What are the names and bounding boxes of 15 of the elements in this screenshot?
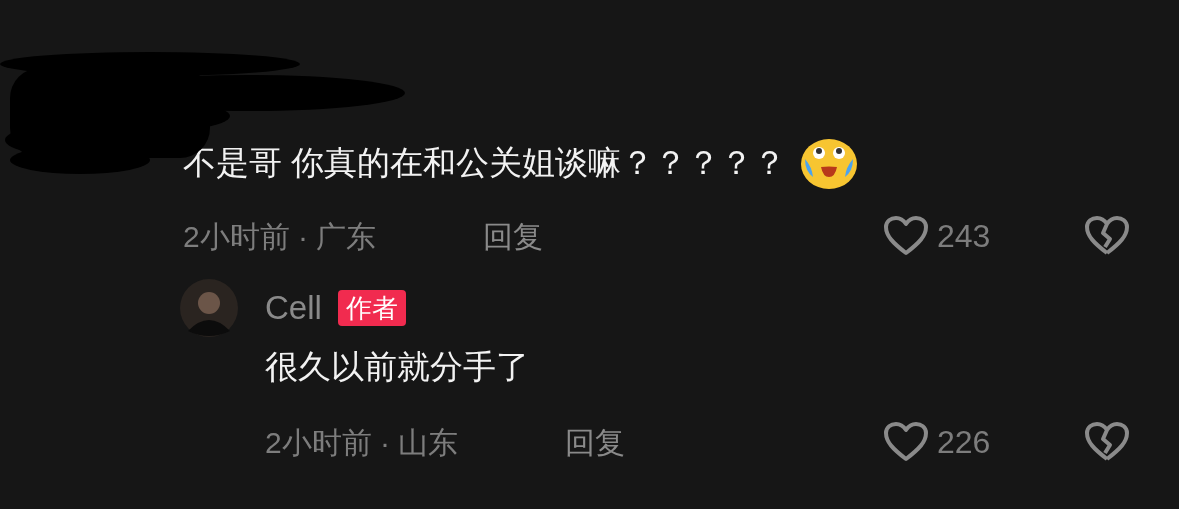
broken-heart-icon[interactable] <box>1084 215 1130 257</box>
author-badge: 作者 <box>337 290 406 326</box>
reply-button[interactable]: 回复 <box>565 419 625 465</box>
crying-laughing-emoji-icon <box>800 137 859 189</box>
timestamp-location: 2小时前 · 广东 <box>183 218 378 255</box>
timestamp-location: 2小时前 · 山东 <box>265 424 460 461</box>
reply-text: 很久以前就分手了 <box>265 347 530 387</box>
heart-icon[interactable] <box>883 421 929 463</box>
broken-heart-icon[interactable] <box>1084 421 1130 463</box>
like-count: 226 <box>937 423 991 462</box>
heart-icon[interactable] <box>883 215 929 257</box>
reply-button[interactable]: 回复 <box>483 213 543 259</box>
like-count: 243 <box>937 217 991 256</box>
avatar[interactable] <box>180 279 238 337</box>
author-name[interactable]: Cell <box>265 283 322 333</box>
